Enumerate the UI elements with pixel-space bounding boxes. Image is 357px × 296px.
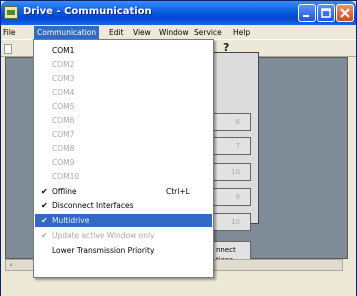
maximize-button[interactable]	[317, 4, 335, 22]
menu-item-com7[interactable]: COM7	[35, 128, 212, 141]
close-button[interactable]	[336, 4, 354, 22]
application-window: Drive - Communication File Communication…	[0, 0, 357, 296]
disconnect-check-icon: ✔	[41, 201, 48, 210]
menu-item-update-active-window[interactable]: ✔ Update active Window only	[35, 229, 212, 242]
menu-edit[interactable]: Edit	[109, 27, 124, 38]
menu-item-com10[interactable]: COM10	[35, 170, 212, 183]
multidrive-check-icon: ✔	[41, 216, 48, 225]
menu-item-com2[interactable]: COM2	[35, 58, 212, 71]
menu-item-disconnect-interfaces[interactable]: ✔ Disconnect Interfaces	[35, 199, 212, 212]
new-document-icon[interactable]	[4, 44, 12, 54]
menu-item-offline[interactable]: ✔ Offline Ctrl+L	[35, 185, 212, 198]
offline-check-icon: ✔	[41, 187, 48, 196]
menu-item-com1[interactable]: COM1	[35, 44, 212, 57]
menu-item-com3[interactable]: COM3	[35, 72, 212, 85]
maximize-icon	[321, 8, 331, 18]
minimize-button[interactable]	[298, 4, 316, 22]
scroll-left-arrow-icon[interactable]: ‹	[6, 260, 16, 270]
update-window-check-icon: ✔	[41, 231, 48, 240]
menu-view[interactable]: View	[133, 27, 151, 38]
window-title: Drive - Communication	[23, 6, 152, 17]
menu-service[interactable]: Service	[194, 27, 222, 38]
menu-item-com9[interactable]: COM9	[35, 156, 212, 169]
close-icon	[340, 8, 350, 18]
menu-item-com8[interactable]: COM8	[35, 142, 212, 155]
connections-button-line1: nnect	[216, 246, 236, 254]
menu-item-com6[interactable]: COM6	[35, 114, 212, 127]
minimize-icon	[303, 15, 309, 17]
communication-menu-dropdown: COM1 COM2 COM3 COM4 COM5 COM6 COM7 COM8 …	[33, 39, 214, 278]
menu-item-lower-priority[interactable]: Lower Transmission Priority	[35, 244, 212, 257]
menu-communication[interactable]: Communication	[34, 26, 100, 39]
offline-shortcut: Ctrl+L	[166, 187, 190, 196]
title-bar[interactable]: Drive - Communication	[1, 1, 356, 25]
app-icon	[4, 6, 18, 19]
menu-item-com4[interactable]: COM4	[35, 86, 212, 99]
menu-item-com5[interactable]: COM5	[35, 100, 212, 113]
menu-file[interactable]: File	[3, 27, 16, 38]
menu-window[interactable]: Window	[159, 27, 189, 38]
menu-help[interactable]: Help	[233, 27, 250, 38]
menu-item-multidrive[interactable]: ✔ Multidrive	[35, 214, 212, 227]
menu-bar: File Communication Edit View Window Serv…	[1, 25, 356, 39]
